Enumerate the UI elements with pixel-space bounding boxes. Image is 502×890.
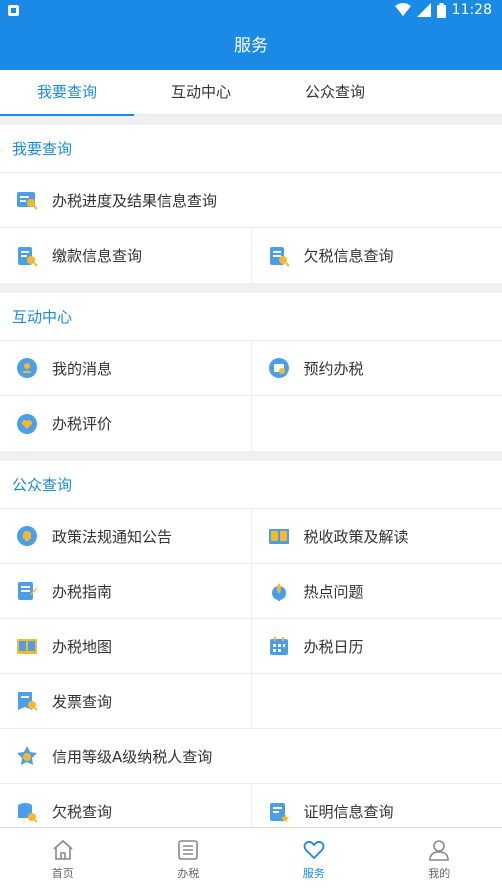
- appointment-icon: [268, 358, 289, 378]
- item-label: 办税进度及结果信息查询: [52, 191, 218, 210]
- item-label: 预约办税: [303, 359, 364, 378]
- item-label: 政策法规通知公告: [52, 527, 173, 546]
- invoice-search-icon: [18, 692, 38, 711]
- nav-tax[interactable]: 办税: [126, 828, 252, 890]
- section-title-interact: 互动中心: [0, 293, 502, 341]
- item-label: 税收政策及解读: [303, 527, 409, 546]
- item-invoice-query[interactable]: 发票查询: [0, 674, 251, 728]
- status-time: 11:28: [451, 2, 492, 18]
- item-label: 证明信息查询: [303, 803, 394, 821]
- empty-cell: [250, 396, 502, 451]
- list-row: 办税进度及结果信息查询: [0, 173, 502, 228]
- item-arrears-info-query[interactable]: 欠税信息查询: [250, 228, 502, 283]
- list-row: 信用等级A级纳税人查询: [0, 729, 502, 784]
- section-interact-center: 互动中心 我的消息 预约办税 办税评价: [0, 293, 502, 451]
- section-my-query: 我要查询 办税进度及结果信息查询 缴款信息查询 欠税信息查询: [0, 125, 502, 283]
- empty-cell: [250, 674, 502, 728]
- list-row: 缴款信息查询 欠税信息查询: [0, 228, 502, 283]
- battery-icon: [436, 2, 446, 18]
- item-label: 缴款信息查询: [52, 247, 143, 265]
- nav-label: 服务: [302, 866, 325, 880]
- nav-home[interactable]: 首页: [0, 828, 126, 890]
- guide-icon: [18, 582, 37, 600]
- item-tax-guide[interactable]: 办税指南: [0, 564, 251, 618]
- message-icon: [17, 358, 37, 378]
- map-book-icon: [17, 639, 37, 654]
- certificate-icon: [269, 802, 289, 822]
- section-title-public: 公众查询: [0, 461, 502, 509]
- progress-search-icon: [17, 192, 38, 210]
- list-row: 办税指南 热点问题: [0, 564, 502, 619]
- item-my-messages[interactable]: 我的消息: [0, 341, 251, 395]
- wifi-icon: [394, 3, 411, 16]
- status-icons: 11:28: [394, 2, 492, 18]
- bottom-nav: 首页 办税 服务 我的: [0, 827, 502, 890]
- list-row: 政策法规通知公告 税收政策及解读: [0, 509, 502, 564]
- heart-icon: [303, 840, 325, 859]
- item-label: 我的消息: [52, 359, 113, 378]
- page-title: 服务: [0, 22, 502, 70]
- credit-badge-icon: [17, 746, 37, 765]
- user-icon: [429, 839, 450, 861]
- tab-interact-center[interactable]: 互动中心: [134, 70, 268, 115]
- item-label: 办税指南: [52, 582, 113, 601]
- payment-search-icon: [18, 246, 38, 267]
- service-list: 我要查询 办税进度及结果信息查询 缴款信息查询 欠税信息查询 互动中心 我的消息: [0, 125, 502, 849]
- signal-icon: [416, 3, 431, 17]
- item-label: 发票查询: [52, 692, 113, 711]
- item-label: 办税地图: [52, 637, 113, 656]
- nav-service[interactable]: 服务: [251, 828, 377, 890]
- item-tax-map[interactable]: 办税地图: [0, 619, 251, 673]
- item-tax-progress-query[interactable]: 办税进度及结果信息查询: [0, 173, 502, 227]
- nav-label: 我的: [428, 866, 451, 880]
- arrears-search-icon: [269, 246, 290, 267]
- home-icon: [53, 839, 73, 860]
- item-hot-issues[interactable]: 热点问题: [250, 564, 502, 618]
- bell-icon: [17, 526, 37, 546]
- tab-public-query[interactable]: 公众查询: [268, 70, 402, 115]
- item-appointment[interactable]: 预约办税: [250, 341, 502, 395]
- list-row: 发票查询: [0, 674, 502, 729]
- notification-icon: [8, 5, 19, 16]
- book-icon: [268, 529, 289, 544]
- evaluation-icon: [17, 413, 37, 434]
- section-public-query: 公众查询 政策法规通知公告 税收政策及解读 办税指南 热点问题 办税地图 办税日…: [0, 461, 502, 839]
- tab-bar: 我要查询 互动中心 公众查询: [0, 70, 502, 116]
- calendar-icon: [269, 637, 288, 655]
- section-title-my-query: 我要查询: [0, 125, 502, 173]
- item-tax-policy[interactable]: 税收政策及解读: [250, 509, 502, 563]
- list-row: 我的消息 预约办税: [0, 341, 502, 396]
- hot-icon: [271, 583, 286, 601]
- status-bar: 11:28: [0, 0, 502, 22]
- nav-label: 首页: [51, 866, 74, 880]
- tab-my-query[interactable]: 我要查询: [0, 70, 134, 116]
- item-evaluation[interactable]: 办税评价: [0, 396, 251, 451]
- nav-label: 办税: [177, 866, 200, 880]
- list-row: 办税地图 办税日历: [0, 619, 502, 674]
- item-label: 热点问题: [303, 582, 364, 601]
- nav-mine[interactable]: 我的: [377, 828, 502, 890]
- item-label: 信用等级A级纳税人查询: [52, 747, 213, 766]
- item-label: 办税评价: [52, 415, 113, 433]
- item-policy-notice[interactable]: 政策法规通知公告: [0, 509, 251, 563]
- arrears-query-icon: [18, 802, 38, 823]
- item-tax-calendar[interactable]: 办税日历: [250, 619, 502, 673]
- list-row: 办税评价: [0, 396, 502, 451]
- item-label: 欠税查询: [52, 803, 113, 821]
- item-label: 办税日历: [303, 637, 364, 656]
- item-payment-query[interactable]: 缴款信息查询: [0, 228, 251, 283]
- list-icon: [178, 839, 199, 860]
- item-label: 欠税信息查询: [303, 247, 394, 265]
- item-credit-a-query[interactable]: 信用等级A级纳税人查询: [0, 729, 502, 783]
